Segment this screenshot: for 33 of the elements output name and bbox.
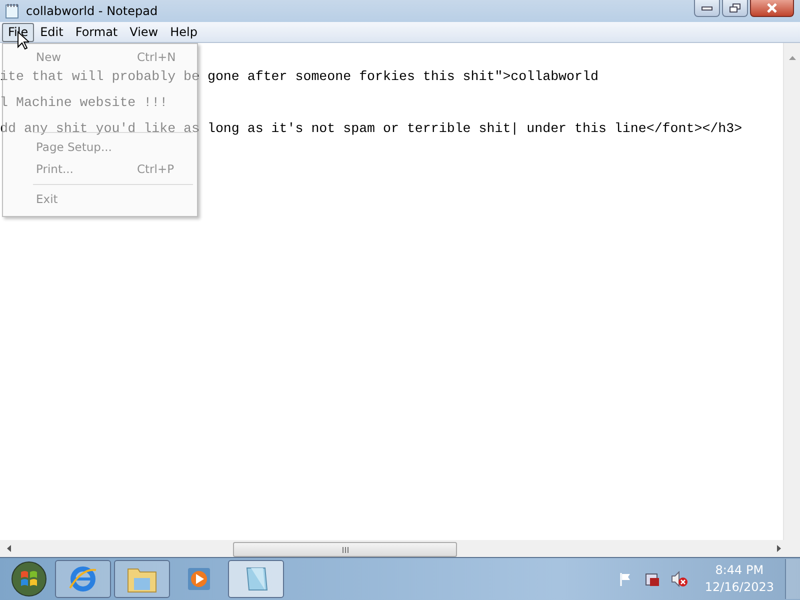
close-button[interactable] [750,0,794,17]
minimize-icon [701,5,713,11]
close-icon [766,3,778,13]
restore-icon [729,3,741,13]
minimize-button[interactable] [694,0,720,17]
menu-item[interactable]: Help [164,22,204,42]
menu-item[interactable]: View [124,22,164,42]
text-line: dd any shit you'd like as long as it's not spam or terrible shit| under this line</font></h3> [0,121,742,136]
taskbar-app[interactable] [114,560,170,598]
network-icon[interactable] [644,571,660,587]
flag-icon[interactable] [618,572,633,586]
clock-time: 8:44 PM [715,562,764,579]
text-line: l Machine website !!! [0,95,168,110]
text-line: ite that will probably be gone after someone forkies this shit">collabworld [0,69,598,84]
show-desktop-button[interactable] [785,559,800,599]
clock-date: 12/16/2023 [704,579,774,596]
notepad-icon [5,3,19,19]
menu-item[interactable]: Format [69,22,124,42]
scroll-left-icon[interactable] [7,545,11,552]
scroll-right-icon[interactable] [777,545,781,552]
taskbar-app[interactable] [228,560,284,598]
horizontal-scrollbar[interactable] [0,540,800,557]
scroll-up-icon[interactable] [788,56,796,60]
globe-e-icon [68,564,98,594]
vertical-scrollbar[interactable] [783,43,800,540]
play-icon [186,566,212,592]
menu-item[interactable]: Edit [34,22,70,42]
window-title: collabworld - Notepad [26,4,158,18]
speaker-muted-icon[interactable] [670,571,688,587]
restore-button[interactable] [722,0,748,17]
start-button[interactable] [10,560,48,598]
scroll-thumb[interactable] [233,542,457,557]
taskbar-app[interactable] [55,560,111,598]
